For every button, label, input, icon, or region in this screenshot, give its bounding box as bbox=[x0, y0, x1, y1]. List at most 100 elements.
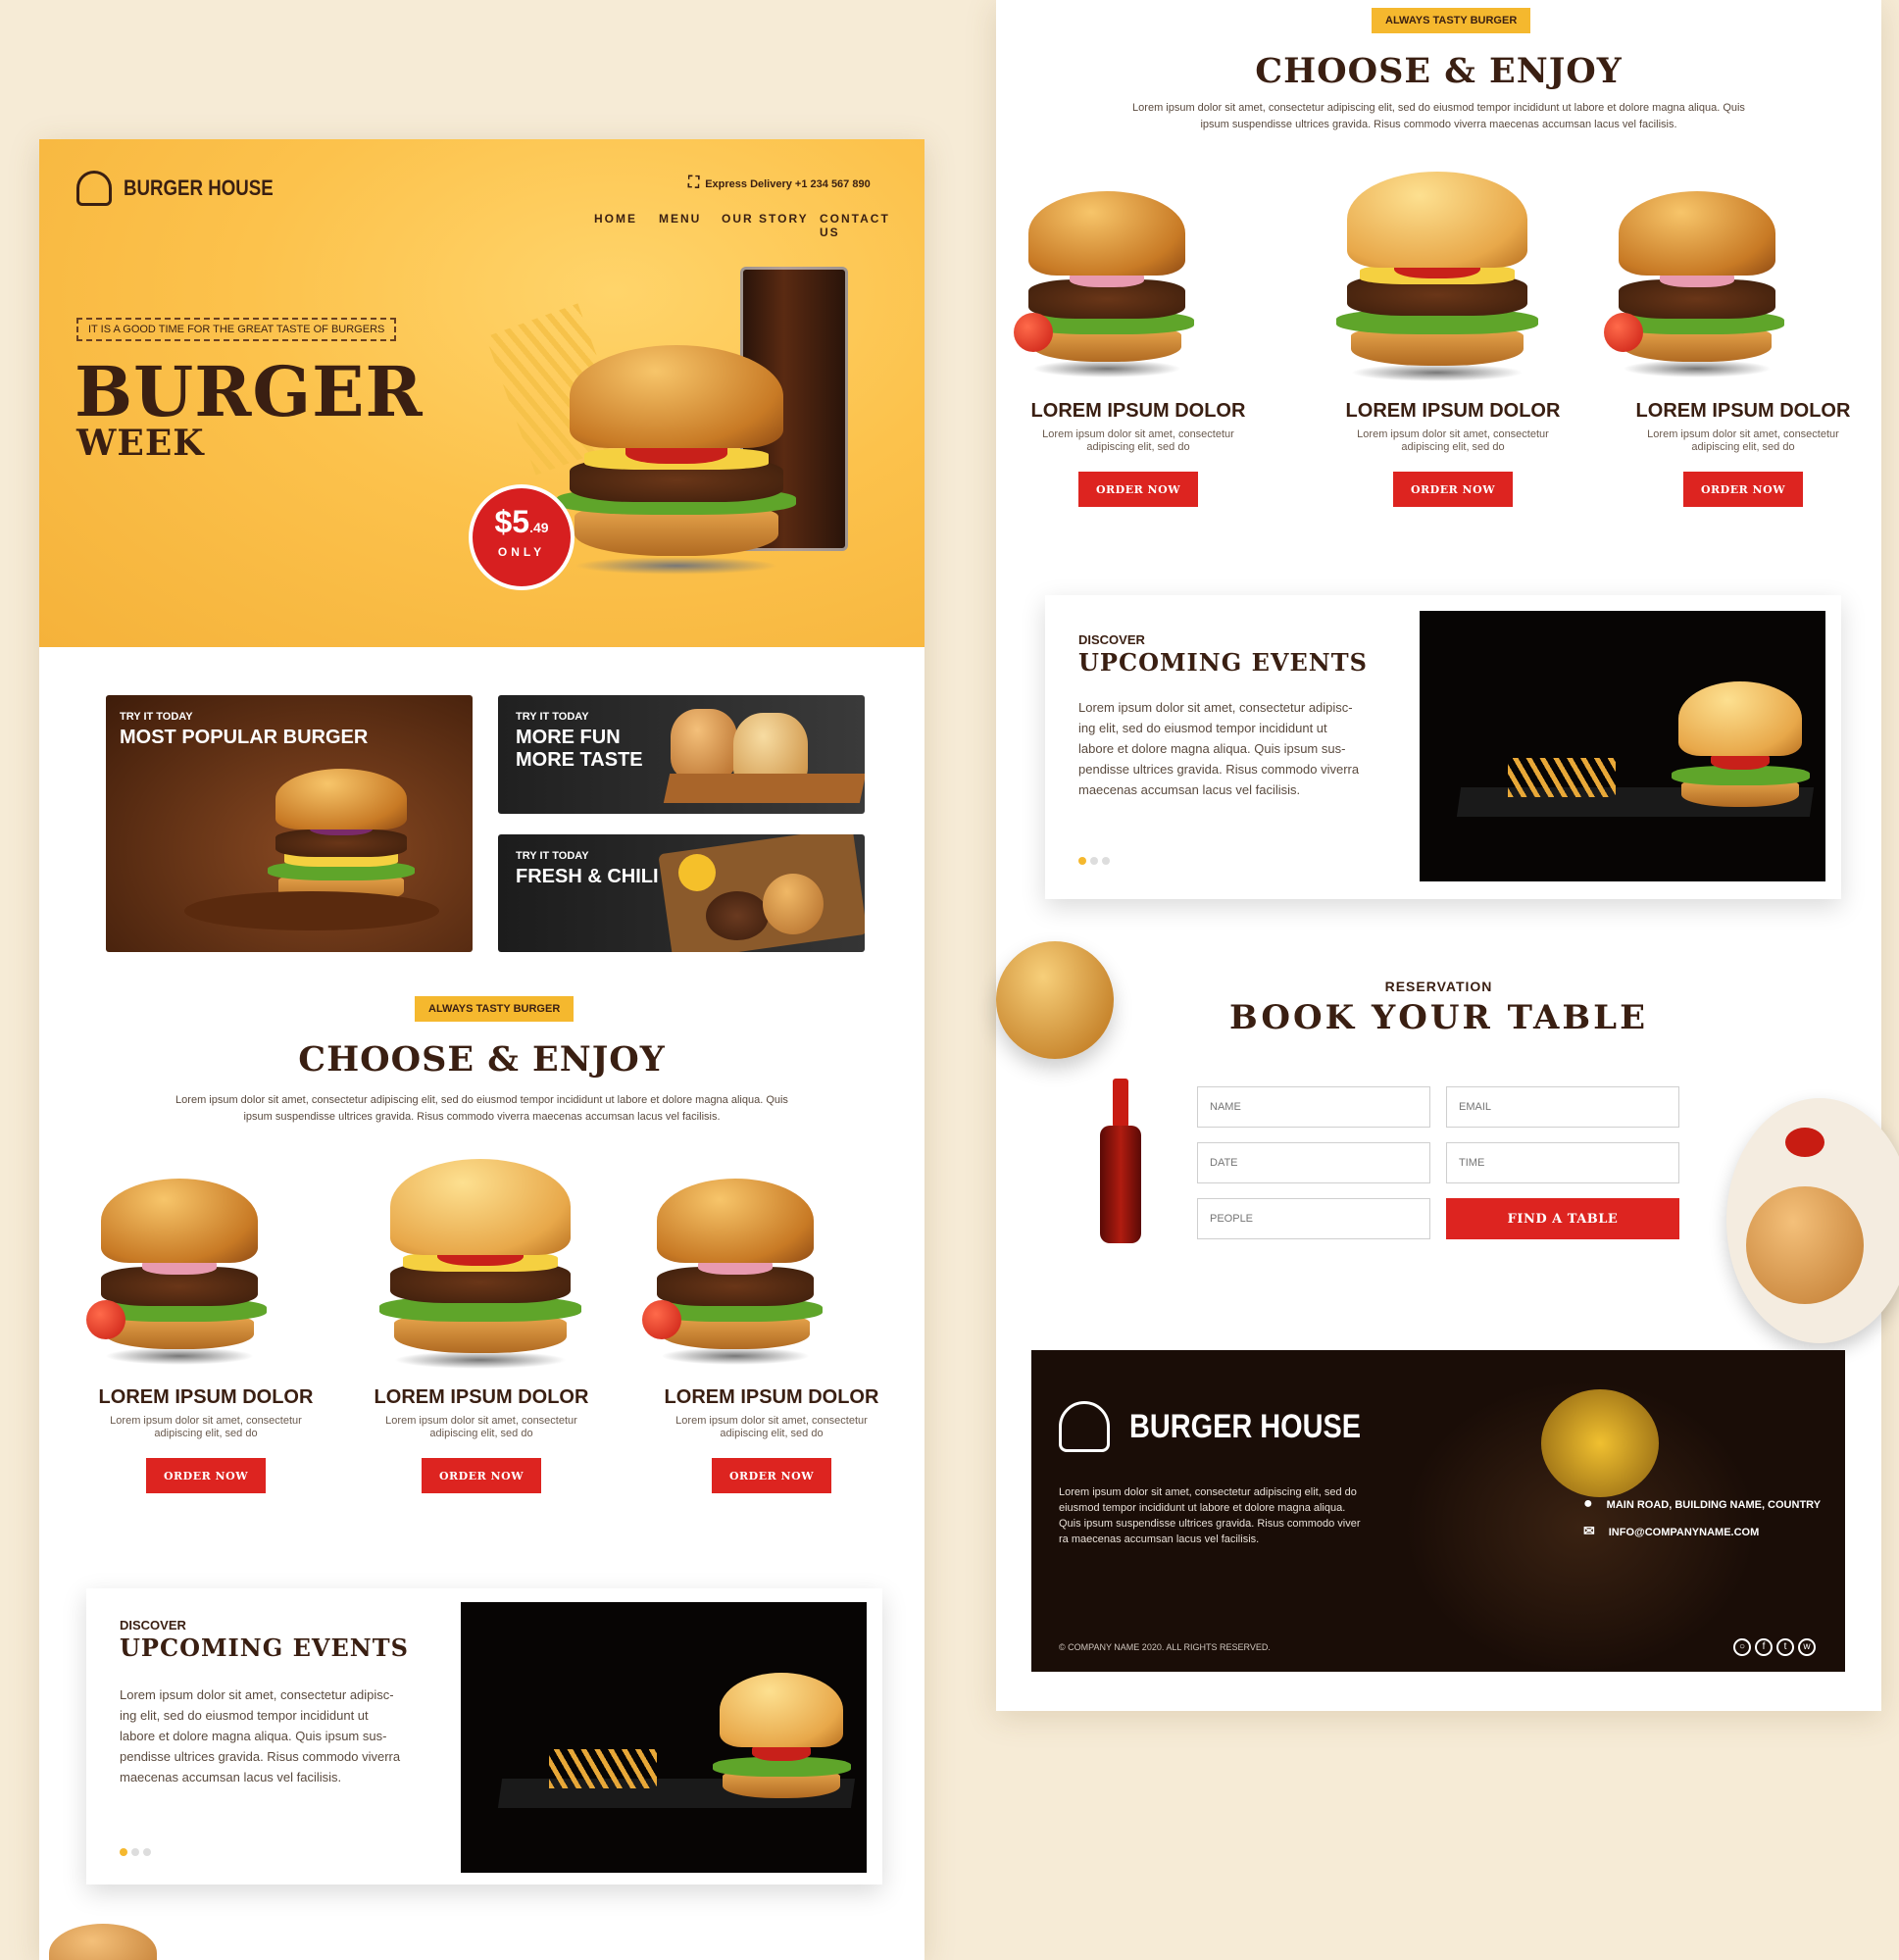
events-card: DISCOVER UPCOMING EVENTS Lorem ipsum dol… bbox=[1045, 595, 1841, 899]
price-note: ONLY bbox=[497, 545, 546, 559]
promo-title: MOST POPULAR BURGER bbox=[120, 727, 369, 748]
order-now-button[interactable]: ORDER NOW bbox=[146, 1458, 266, 1493]
choose-text: Lorem ipsum dolor sit amet, consectetur … bbox=[175, 1094, 788, 1123]
choose-title: CHOOSE & ENJOY bbox=[1255, 51, 1623, 91]
email-field[interactable] bbox=[1446, 1086, 1679, 1128]
order-now-button[interactable]: ORDER NOW bbox=[422, 1458, 541, 1493]
menu-burger-image bbox=[1604, 191, 1790, 377]
menu-item-desc: Lorem ipsum dolor sit amet, consectetur a… bbox=[1357, 428, 1549, 453]
choose-text: Lorem ipsum dolor sit amet, consectetur … bbox=[1132, 102, 1745, 130]
footer-copyright: © COMPANY NAME 2020. ALL RIGHTS RESERVED… bbox=[1059, 1642, 1271, 1652]
footer-email[interactable]: ✉ INFO@COMPANYNAME.COM bbox=[1583, 1523, 1759, 1539]
menu-burger-image bbox=[86, 1179, 273, 1365]
burger-logo-icon bbox=[1059, 1401, 1110, 1452]
popular-burger-image bbox=[263, 769, 420, 906]
order-now-button[interactable]: ORDER NOW bbox=[1393, 472, 1513, 507]
price-badge: $5.49 ONLY bbox=[469, 484, 575, 590]
reservation-kicker: RESERVATION bbox=[1384, 979, 1493, 994]
time-field[interactable] bbox=[1446, 1142, 1679, 1183]
choose-chip: ALWAYS TASTY BURGER bbox=[1372, 8, 1531, 33]
mail-icon: ✉ bbox=[1583, 1523, 1595, 1538]
facebook-icon[interactable]: f bbox=[1755, 1638, 1773, 1656]
footer-address: ● MAIN ROAD, BUILDING NAME, COUNTRY bbox=[1583, 1495, 1822, 1512]
events-kicker: DISCOVER bbox=[1078, 632, 1145, 647]
whatsapp-icon[interactable]: w bbox=[1798, 1638, 1816, 1656]
promo-kicker: TRY IT TODAY bbox=[120, 711, 193, 723]
order-now-button[interactable]: ORDER NOW bbox=[1078, 472, 1198, 507]
promo-card-popular[interactable]: TRY IT TODAY MOST POPULAR BURGER bbox=[106, 695, 473, 952]
choose-chip: ALWAYS TASTY BURGER bbox=[415, 996, 575, 1022]
menu-item-desc: Lorem ipsum dolor sit amet, consectetur a… bbox=[110, 1415, 302, 1439]
menu-item-title: LOREM IPSUM DOLOR bbox=[1345, 400, 1561, 422]
nav-our-story[interactable]: OUR STORY bbox=[722, 212, 809, 226]
brand-logo[interactable]: BURGER HOUSE bbox=[76, 171, 300, 206]
events-card: DISCOVER UPCOMING EVENTS Lorem ipsum dol… bbox=[86, 1588, 882, 1885]
plate-image bbox=[1726, 1098, 1899, 1343]
events-title: UPCOMING EVENTS bbox=[1078, 648, 1368, 677]
menu-burger-image bbox=[1329, 172, 1545, 381]
hero-tagline: IT IS A GOOD TIME FOR THE GREAT TASTE OF… bbox=[76, 318, 397, 341]
promo-card-fun[interactable]: TRY IT TODAY MORE FUN MORE TASTE bbox=[498, 695, 865, 814]
bun-image bbox=[763, 874, 824, 934]
footer-brand-name: BURGER HOUSE bbox=[1129, 1407, 1362, 1445]
delivery-info: ⛶ Express Delivery +1 234 567 890 bbox=[688, 175, 871, 192]
twitter-icon[interactable]: t bbox=[1776, 1638, 1794, 1656]
events-kicker: DISCOVER bbox=[120, 1618, 186, 1633]
events-title: UPCOMING EVENTS bbox=[120, 1633, 409, 1662]
menu-burger-image bbox=[373, 1159, 588, 1369]
main-nav: HOME MENU OUR STORY CONTACT US bbox=[594, 212, 888, 239]
footer-brand[interactable]: BURGER HOUSE bbox=[1059, 1401, 1402, 1452]
events-text: Lorem ipsum dolor sit amet, consectetur … bbox=[120, 1687, 401, 1784]
hero-subtitle: WEEK bbox=[76, 423, 205, 464]
nav-contact-us[interactable]: CONTACT US bbox=[820, 212, 890, 239]
instagram-icon[interactable]: ○ bbox=[1733, 1638, 1751, 1656]
location-pin-icon: ● bbox=[1583, 1495, 1593, 1512]
menu-item-title: LOREM IPSUM DOLOR bbox=[1635, 400, 1851, 422]
menu-item: LOREM IPSUM DOLOR Lorem ipsum dolor sit … bbox=[986, 400, 1290, 507]
events-carousel-dots[interactable] bbox=[120, 1843, 155, 1861]
menu-item: LOREM IPSUM DOLOR Lorem ipsum dolor sit … bbox=[1591, 400, 1895, 507]
delivery-text: Express Delivery +1 234 567 890 bbox=[705, 178, 871, 190]
date-field[interactable] bbox=[1197, 1142, 1430, 1183]
people-field[interactable] bbox=[1197, 1198, 1430, 1239]
menu-item: LOREM IPSUM DOLOR Lorem ipsum dolor sit … bbox=[1301, 400, 1605, 507]
wooden-board-image bbox=[184, 891, 439, 930]
landing-page-right: ALWAYS TASTY BURGER CHOOSE & ENJOY Lorem… bbox=[996, 0, 1899, 1711]
menu-item-title: LOREM IPSUM DOLOR bbox=[1030, 400, 1246, 422]
find-table-button[interactable]: FIND A TABLE bbox=[1446, 1198, 1679, 1239]
promo-kicker: TRY IT TODAY bbox=[516, 711, 589, 723]
burger-deco-image bbox=[49, 1924, 157, 1960]
reservation-title: BOOK YOUR TABLE bbox=[1228, 998, 1648, 1037]
menu-item-title: LOREM IPSUM DOLOR bbox=[98, 1386, 314, 1408]
events-carousel-dots[interactable] bbox=[1078, 852, 1114, 870]
brand-name: BURGER HOUSE bbox=[124, 176, 274, 200]
sauce-bowl-image bbox=[678, 854, 716, 891]
nav-home[interactable]: HOME bbox=[594, 212, 637, 226]
footer-text: Lorem ipsum dolor sit amet, consectetur … bbox=[1059, 1486, 1361, 1545]
menu-item-desc: Lorem ipsum dolor sit amet, consectetur a… bbox=[675, 1415, 868, 1439]
slider-burger-image bbox=[671, 709, 737, 779]
hero-section: BURGER HOUSE ⛶ Express Delivery +1 234 56… bbox=[39, 139, 925, 647]
footer: BURGER HOUSE Lorem ipsum dolor sit amet,… bbox=[1031, 1350, 1845, 1672]
social-links: ○ f t w bbox=[1729, 1636, 1816, 1656]
burger-logo-icon bbox=[76, 171, 112, 206]
price-main: $5 bbox=[494, 504, 530, 539]
order-now-button[interactable]: ORDER NOW bbox=[712, 1458, 831, 1493]
menu-item-desc: Lorem ipsum dolor sit amet, consectetur a… bbox=[1647, 428, 1839, 453]
name-field[interactable] bbox=[1197, 1086, 1430, 1128]
events-text: Lorem ipsum dolor sit amet, consectetur … bbox=[1078, 700, 1360, 797]
order-now-button[interactable]: ORDER NOW bbox=[1683, 472, 1803, 507]
menu-item-title: LOREM IPSUM DOLOR bbox=[374, 1386, 589, 1408]
menu-burger-image bbox=[642, 1179, 828, 1365]
nav-menu[interactable]: MENU bbox=[659, 212, 701, 226]
menu-item: LOREM IPSUM DOLOR Lorem ipsum dolor sit … bbox=[329, 1386, 633, 1493]
menu-item: LOREM IPSUM DOLOR Lorem ipsum dolor sit … bbox=[54, 1386, 358, 1493]
patty-image bbox=[706, 891, 769, 940]
board-image bbox=[658, 834, 865, 952]
menu-item-desc: Lorem ipsum dolor sit amet, consectetur a… bbox=[385, 1415, 577, 1439]
promo-card-chili[interactable]: TRY IT TODAY FRESH & CHILI bbox=[498, 834, 865, 952]
footer-sauce-image bbox=[1541, 1389, 1659, 1497]
delivery-truck-icon: ⛶ bbox=[688, 175, 700, 191]
promo-title: FRESH & CHILI bbox=[516, 866, 659, 887]
menu-item: LOREM IPSUM DOLOR Lorem ipsum dolor sit … bbox=[620, 1386, 924, 1493]
